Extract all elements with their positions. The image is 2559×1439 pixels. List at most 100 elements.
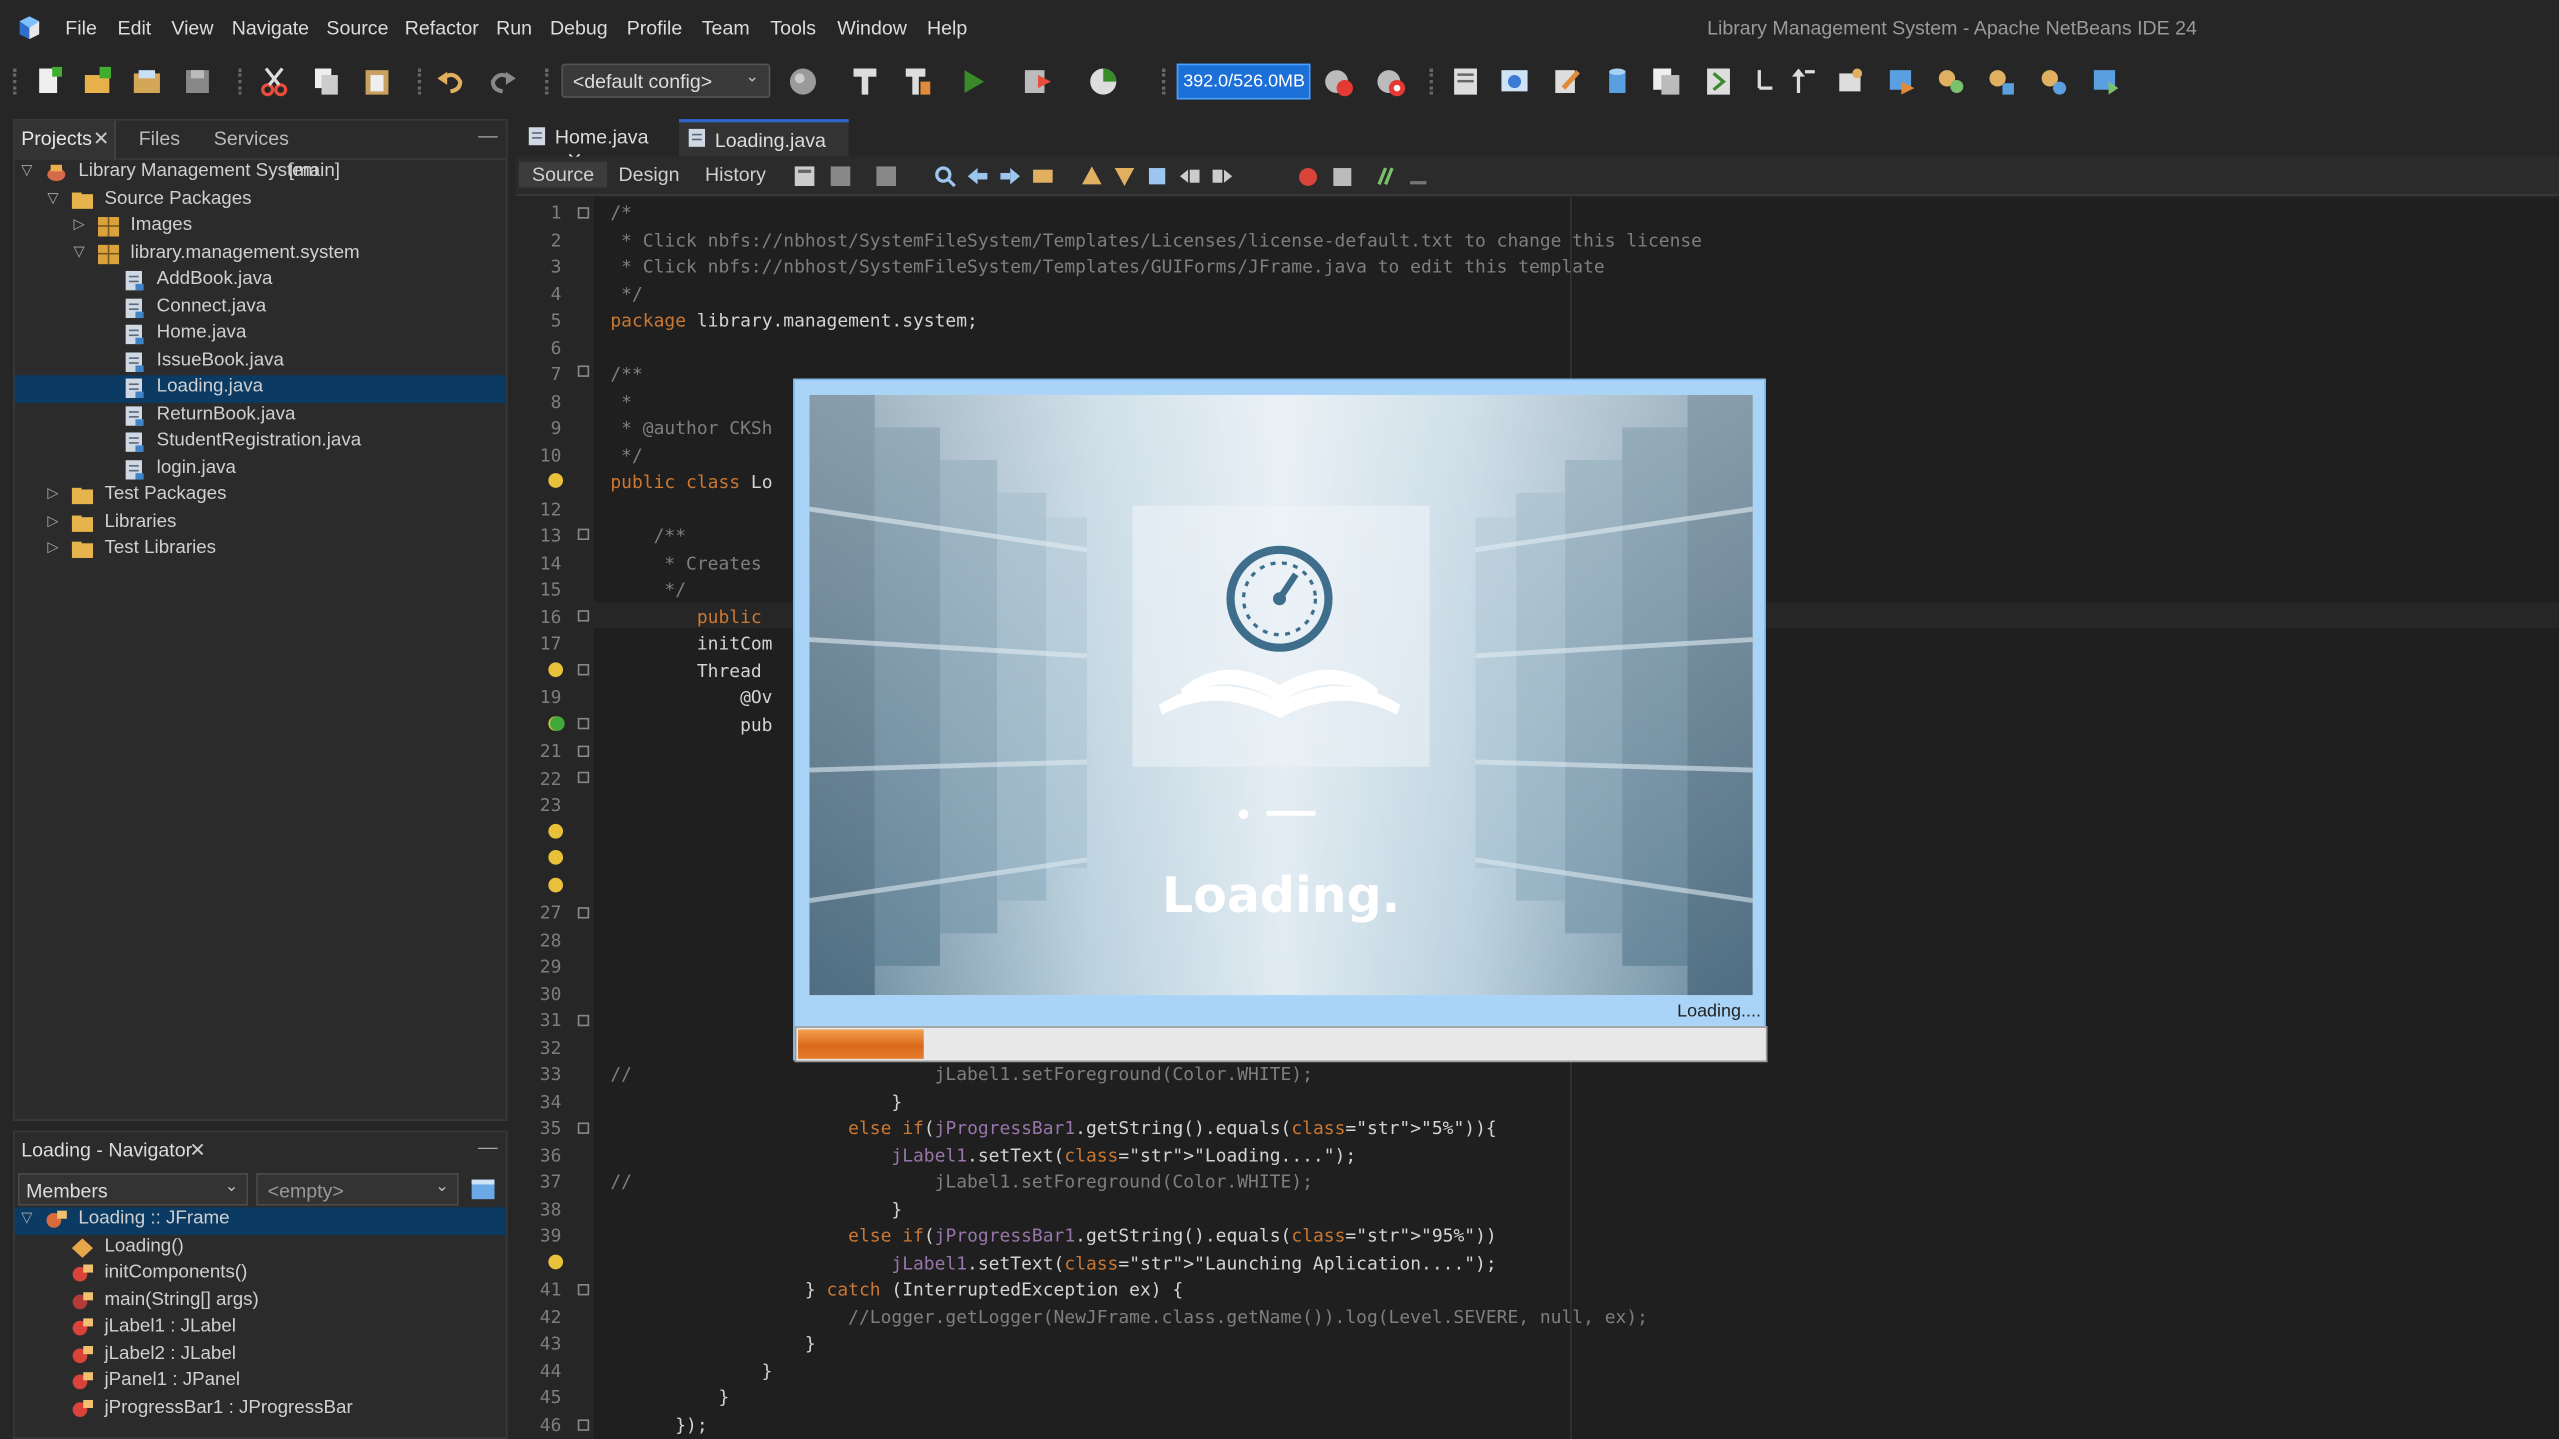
tree-item[interactable]: login.java (15, 456, 506, 483)
plugin-update-icon[interactable] (2037, 65, 2070, 98)
find-icon[interactable] (934, 165, 957, 188)
fold-marker-icon[interactable] (577, 907, 590, 919)
build-hammer-icon[interactable] (849, 65, 882, 98)
profile-memory-icon[interactable] (1374, 65, 1407, 98)
uncomment-icon[interactable] (1407, 165, 1430, 188)
menu-source[interactable]: Source (326, 16, 388, 39)
config-select[interactable]: <default config> ⌄ (561, 63, 771, 98)
lightbulb-hint-icon[interactable] (548, 823, 564, 838)
menu-window[interactable]: Window (837, 16, 907, 39)
find-previous-icon[interactable] (966, 165, 989, 188)
members-filter-select[interactable]: Members ⌄ (17, 1173, 249, 1206)
menu-debug[interactable]: Debug (550, 16, 608, 39)
plugin-settings-icon[interactable] (1985, 65, 2018, 98)
menu-file[interactable]: File (65, 16, 97, 39)
expand-arrow-icon[interactable]: ▽ (21, 162, 32, 180)
collapse-arrow-icon[interactable]: ▷ (47, 511, 58, 529)
fold-marker-icon[interactable] (577, 1284, 590, 1296)
menu-run[interactable]: Run (496, 16, 532, 39)
tree-item[interactable]: ReturnBook.java (15, 402, 506, 429)
page-icon[interactable] (1449, 65, 1482, 98)
lightbulb-hint-icon[interactable] (548, 1253, 564, 1269)
forward-icon[interactable] (875, 165, 898, 188)
menu-refactor[interactable]: Refactor (405, 16, 479, 39)
stop-macro-icon[interactable] (1333, 168, 1352, 186)
back-icon[interactable] (829, 165, 852, 188)
fold-marker-icon[interactable] (577, 771, 590, 784)
tree-item[interactable]: ▷ Test Libraries (15, 537, 506, 564)
copy-icon[interactable] (310, 65, 343, 98)
fold-marker-icon[interactable] (577, 365, 590, 377)
navigator-item[interactable]: main(String[] args) (15, 1288, 506, 1315)
tree-item[interactable]: Home.java (15, 321, 506, 348)
tree-item[interactable]: ▷ Libraries (15, 510, 506, 537)
menu-profile[interactable]: Profile (627, 16, 683, 39)
tree-item[interactable]: Loading.java (14, 375, 506, 403)
tab-home-java[interactable]: Home.java ✕ (519, 119, 672, 171)
fold-marker-icon[interactable] (577, 717, 590, 730)
tab-loading-java[interactable]: Loading.java ✕ (678, 119, 849, 175)
garbage-collect-icon[interactable] (1322, 65, 1355, 98)
tab-files[interactable]: Files (139, 127, 180, 150)
navigator-item[interactable]: jPanel1 : JPanel (15, 1369, 506, 1396)
lightbulb-hint-icon[interactable] (548, 473, 564, 488)
tab-projects[interactable]: Projects (21, 127, 92, 150)
shift-left-icon[interactable] (1178, 165, 1201, 188)
tab-source[interactable]: Source (518, 161, 608, 188)
navigator-item[interactable]: jLabel1 : JLabel (15, 1315, 506, 1342)
minimize-icon[interactable]: — (478, 1136, 498, 1159)
fold-marker-icon[interactable] (577, 610, 590, 622)
fold-marker-icon[interactable] (577, 528, 590, 541)
menu-edit[interactable]: Edit (118, 16, 152, 39)
start-macro-icon[interactable] (1299, 168, 1318, 186)
tree-item[interactable]: ▽ Source Packages (15, 187, 506, 214)
lightbulb-hint-icon[interactable] (548, 661, 564, 677)
navigator-item[interactable]: jProgressBar1 : JProgressBar (15, 1396, 506, 1423)
last-edit-icon[interactable] (793, 165, 816, 188)
comment-icon[interactable] (1374, 165, 1397, 188)
menu-team[interactable]: Team (702, 16, 750, 39)
tree-item[interactable]: ▷ Images (15, 214, 506, 241)
toggle-highlight-icon[interactable] (1031, 165, 1054, 188)
run-icon[interactable] (956, 65, 989, 98)
tree-item[interactable]: ▽ Library Management System [main] (15, 160, 506, 187)
tree-item[interactable]: ▽ library.management.system (15, 241, 506, 268)
filter-icon[interactable] (468, 1173, 497, 1206)
fold-marker-icon[interactable] (577, 664, 590, 676)
tab-history[interactable]: History (705, 163, 766, 186)
lightbulb-hint-icon[interactable] (548, 876, 564, 892)
menu-view[interactable]: View (171, 16, 213, 39)
memory-indicator[interactable]: 392.0/526.0MB (1176, 63, 1311, 100)
close-icon[interactable]: ✕ (189, 1139, 205, 1162)
navigator-item[interactable]: Loading() (15, 1234, 506, 1261)
fold-marker-icon[interactable] (577, 1419, 590, 1431)
menu-help[interactable]: Help (927, 16, 967, 39)
close-icon[interactable]: ✕ (93, 127, 109, 150)
preview-icon[interactable] (1498, 65, 1531, 98)
tab-design[interactable]: Design (619, 163, 680, 186)
scope-select[interactable]: <empty> ⌄ (256, 1173, 459, 1206)
menu-navigate[interactable]: Navigate (232, 16, 309, 39)
edit-document-icon[interactable] (1550, 65, 1583, 98)
expand-arrow-icon[interactable]: ▽ (21, 1209, 32, 1227)
new-project-icon[interactable] (82, 65, 115, 98)
expand-arrow-icon[interactable]: ▽ (47, 188, 58, 206)
undo-icon[interactable] (434, 65, 467, 98)
open-project-icon[interactable] (131, 65, 164, 98)
step-into-icon[interactable] (1750, 65, 1783, 98)
redo-icon[interactable] (486, 65, 519, 98)
navigator-item[interactable]: initComponents() (15, 1261, 506, 1288)
deploy-icon[interactable] (2089, 65, 2122, 98)
plugin-icon[interactable] (1934, 65, 1967, 98)
loading-splash-window[interactable]: Loading. Loading.... (793, 378, 1768, 1063)
next-bookmark-icon[interactable] (1113, 165, 1136, 188)
fold-marker-icon[interactable] (577, 207, 590, 219)
clean-build-icon[interactable] (901, 65, 934, 98)
tree-item[interactable]: AddBook.java (15, 268, 506, 295)
paste-icon[interactable] (361, 65, 394, 98)
globe-icon[interactable] (787, 65, 820, 98)
profile-icon[interactable] (1087, 65, 1120, 98)
minimize-icon[interactable]: — (478, 124, 498, 147)
tab-services[interactable]: Services (214, 127, 289, 150)
tree-item[interactable]: ▷ Test Packages (15, 483, 506, 510)
